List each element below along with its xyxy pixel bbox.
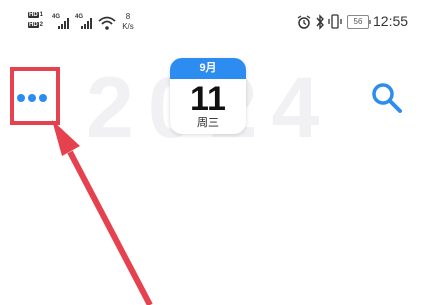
annotation-arrow [52, 120, 153, 305]
